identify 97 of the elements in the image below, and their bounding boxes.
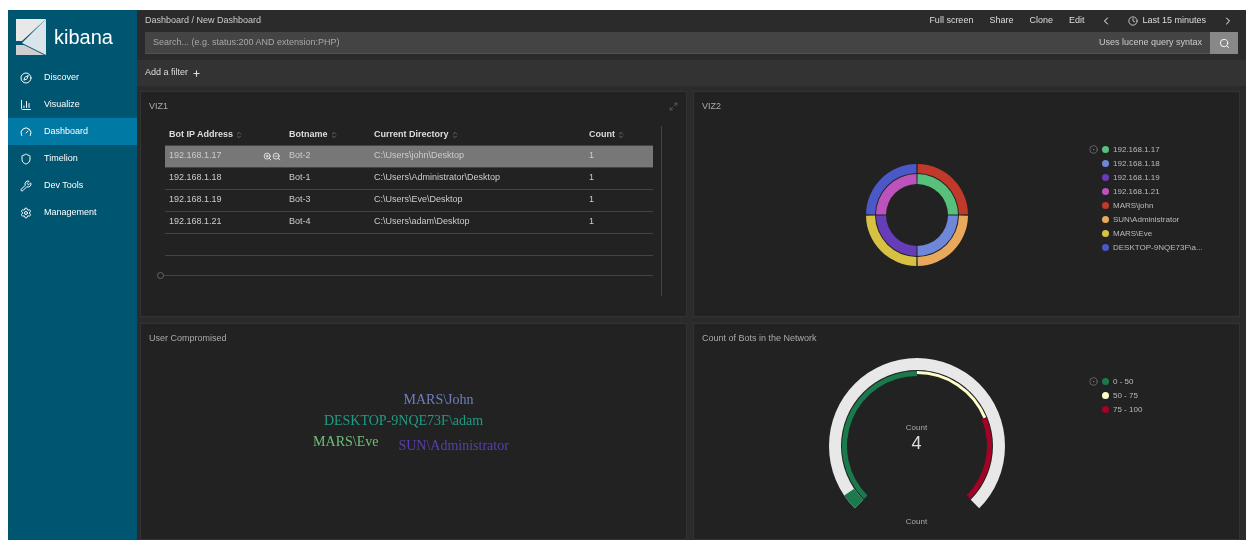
nav-item[interactable]: Dashboard bbox=[8, 118, 137, 145]
table-cell: Bot-3 bbox=[289, 193, 311, 207]
legend-label[interactable]: SUN\Administrator bbox=[1113, 213, 1180, 226]
logo-icon bbox=[16, 19, 46, 55]
expand-icon[interactable] bbox=[669, 102, 678, 112]
table-cell: C:\Users\Eve\Desktop bbox=[374, 193, 463, 207]
breadcrumb[interactable]: Dashboard / New Dashboard bbox=[145, 14, 262, 28]
gauge-footer: Count bbox=[905, 515, 928, 528]
bar-chart-icon bbox=[20, 98, 32, 111]
table-cell: 192.168.1.21 bbox=[169, 215, 222, 229]
toolbar-link[interactable]: Clone bbox=[1029, 14, 1053, 28]
panel-title: VIZ1 bbox=[149, 100, 168, 113]
table-cell: 192.168.1.18 bbox=[169, 171, 222, 185]
logo-text: kibana bbox=[54, 25, 113, 50]
table-cell: Bot-2 bbox=[289, 149, 311, 163]
panel-title: User Compromised bbox=[149, 332, 227, 345]
table-cell: C:\Users\john\Desktop bbox=[374, 149, 465, 163]
legend-label[interactable]: MARS\Eve bbox=[1113, 227, 1153, 240]
table-cell: Bot-1 bbox=[289, 171, 311, 185]
donut-slice[interactable] bbox=[865, 163, 916, 215]
wrench-icon bbox=[20, 179, 32, 192]
search-field[interactable]: Search... (e.g. status:200 AND extension:PHP) Uses lucene query syntax bbox=[145, 32, 1210, 54]
panel-title: Count of Bots in the Network bbox=[702, 332, 817, 345]
donut-slice[interactable] bbox=[917, 215, 968, 266]
cloud-word: MARS\Eve bbox=[313, 432, 379, 451]
table-cell: 1 bbox=[589, 215, 594, 229]
legend-label[interactable]: 0 - 50 bbox=[1113, 375, 1134, 388]
legend-toggle-icon[interactable] bbox=[1089, 144, 1098, 154]
column-header[interactable]: Botname bbox=[289, 128, 374, 142]
toolbar-link[interactable]: Edit bbox=[1068, 14, 1085, 28]
donut-slice[interactable] bbox=[875, 215, 917, 256]
nav-item[interactable]: Timelion bbox=[8, 145, 137, 172]
table-cell: 192.168.1.19 bbox=[169, 193, 222, 207]
table-cell: 1 bbox=[589, 193, 594, 207]
nav-label: Timelion bbox=[44, 151, 78, 165]
nav-item[interactable]: Visualize bbox=[8, 91, 137, 118]
gauge-value: 4 bbox=[911, 433, 922, 452]
nav-item[interactable]: Discover bbox=[8, 64, 137, 91]
cloud-word: DESKTOP-9NQE73F\adam bbox=[323, 411, 484, 430]
sort-icon bbox=[617, 131, 625, 139]
table-cell: C:\Users\Administrator\Desktop bbox=[374, 171, 501, 185]
column-header[interactable]: Current Directory bbox=[374, 128, 589, 142]
plus-icon bbox=[192, 68, 202, 78]
table-cell: Bot-4 bbox=[289, 215, 311, 229]
nav-label: Discover bbox=[44, 70, 79, 84]
legend-label[interactable]: 50 - 75 bbox=[1113, 389, 1138, 402]
nav-item[interactable]: Management bbox=[8, 199, 137, 226]
settings-icon bbox=[20, 206, 32, 219]
table-cell: 192.168.1.17 bbox=[169, 149, 222, 163]
column-header[interactable]: Bot IP Address bbox=[169, 128, 289, 142]
search-input[interactable]: Search... (e.g. status:200 AND extension:PHP) bbox=[153, 35, 1099, 50]
search-icon bbox=[1218, 37, 1230, 49]
clock-icon bbox=[1128, 16, 1139, 26]
table-row[interactable]: 192.168.1.19 Bot-3 C:\Users\Eve\Desktop 1 bbox=[165, 189, 653, 212]
donut-slice[interactable] bbox=[917, 163, 968, 215]
gauge-label: Count bbox=[905, 421, 928, 434]
sort-icon bbox=[329, 131, 338, 139]
shield-icon bbox=[20, 152, 32, 165]
legend-toggle-icon[interactable] bbox=[1089, 376, 1098, 386]
compass-icon bbox=[20, 71, 32, 84]
table-row[interactable]: 192.168.1.21 Bot-4 C:\Users\adam\Desktop 1 bbox=[165, 211, 653, 234]
legend-label[interactable]: MARS\john bbox=[1113, 199, 1154, 212]
legend-label[interactable]: 192.168.1.19 bbox=[1113, 171, 1160, 184]
column-header[interactable]: Count bbox=[589, 128, 649, 142]
gauge-icon bbox=[20, 125, 32, 138]
toolbar-link[interactable]: Share bbox=[989, 14, 1014, 28]
zoom-in-icon[interactable] bbox=[263, 151, 272, 161]
table-row[interactable]: 192.168.1.18 Bot-1 C:\Users\Administrator\Desktop 1 bbox=[165, 167, 653, 190]
donut-slice[interactable] bbox=[916, 173, 958, 215]
table-cell: C:\Users\adam\Desktop bbox=[374, 215, 470, 229]
sort-icon bbox=[450, 131, 459, 139]
legend-label[interactable]: 75 - 100 bbox=[1113, 403, 1143, 416]
nav-item[interactable]: Dev Tools bbox=[8, 172, 137, 199]
nav-label: Visualize bbox=[44, 97, 80, 111]
cloud-word: MARS\John bbox=[403, 390, 474, 409]
zoom-out-icon[interactable] bbox=[272, 151, 281, 161]
cloud-word: SUN\Administrator bbox=[398, 436, 509, 455]
legend-label[interactable]: 192.168.1.18 bbox=[1113, 157, 1160, 170]
time-picker[interactable]: Last 15 minutes bbox=[1128, 14, 1206, 28]
add-filter-button[interactable]: Add a filter bbox=[145, 66, 202, 80]
sort-icon bbox=[235, 131, 243, 139]
toolbar-link[interactable]: Full screen bbox=[929, 14, 974, 28]
panel-title: VIZ2 bbox=[702, 100, 721, 113]
search-button[interactable] bbox=[1210, 32, 1238, 54]
search-hint: Uses lucene query syntax bbox=[1098, 35, 1202, 49]
table-cell: 1 bbox=[589, 171, 594, 185]
donut-slice[interactable] bbox=[865, 215, 916, 266]
nav-label: Management bbox=[44, 205, 97, 219]
legend-label[interactable]: DESKTOP-9NQE73F\a... bbox=[1113, 241, 1203, 254]
donut-slice[interactable] bbox=[875, 173, 917, 215]
donut-slice[interactable] bbox=[916, 215, 958, 256]
legend-label[interactable]: 192.168.1.17 bbox=[1113, 143, 1160, 156]
nav-label: Dashboard bbox=[44, 124, 89, 138]
gauge-fill bbox=[843, 488, 863, 508]
nav-label: Dev Tools bbox=[44, 178, 84, 192]
table-cell: 1 bbox=[589, 149, 594, 163]
legend-label[interactable]: 192.168.1.21 bbox=[1113, 185, 1160, 198]
